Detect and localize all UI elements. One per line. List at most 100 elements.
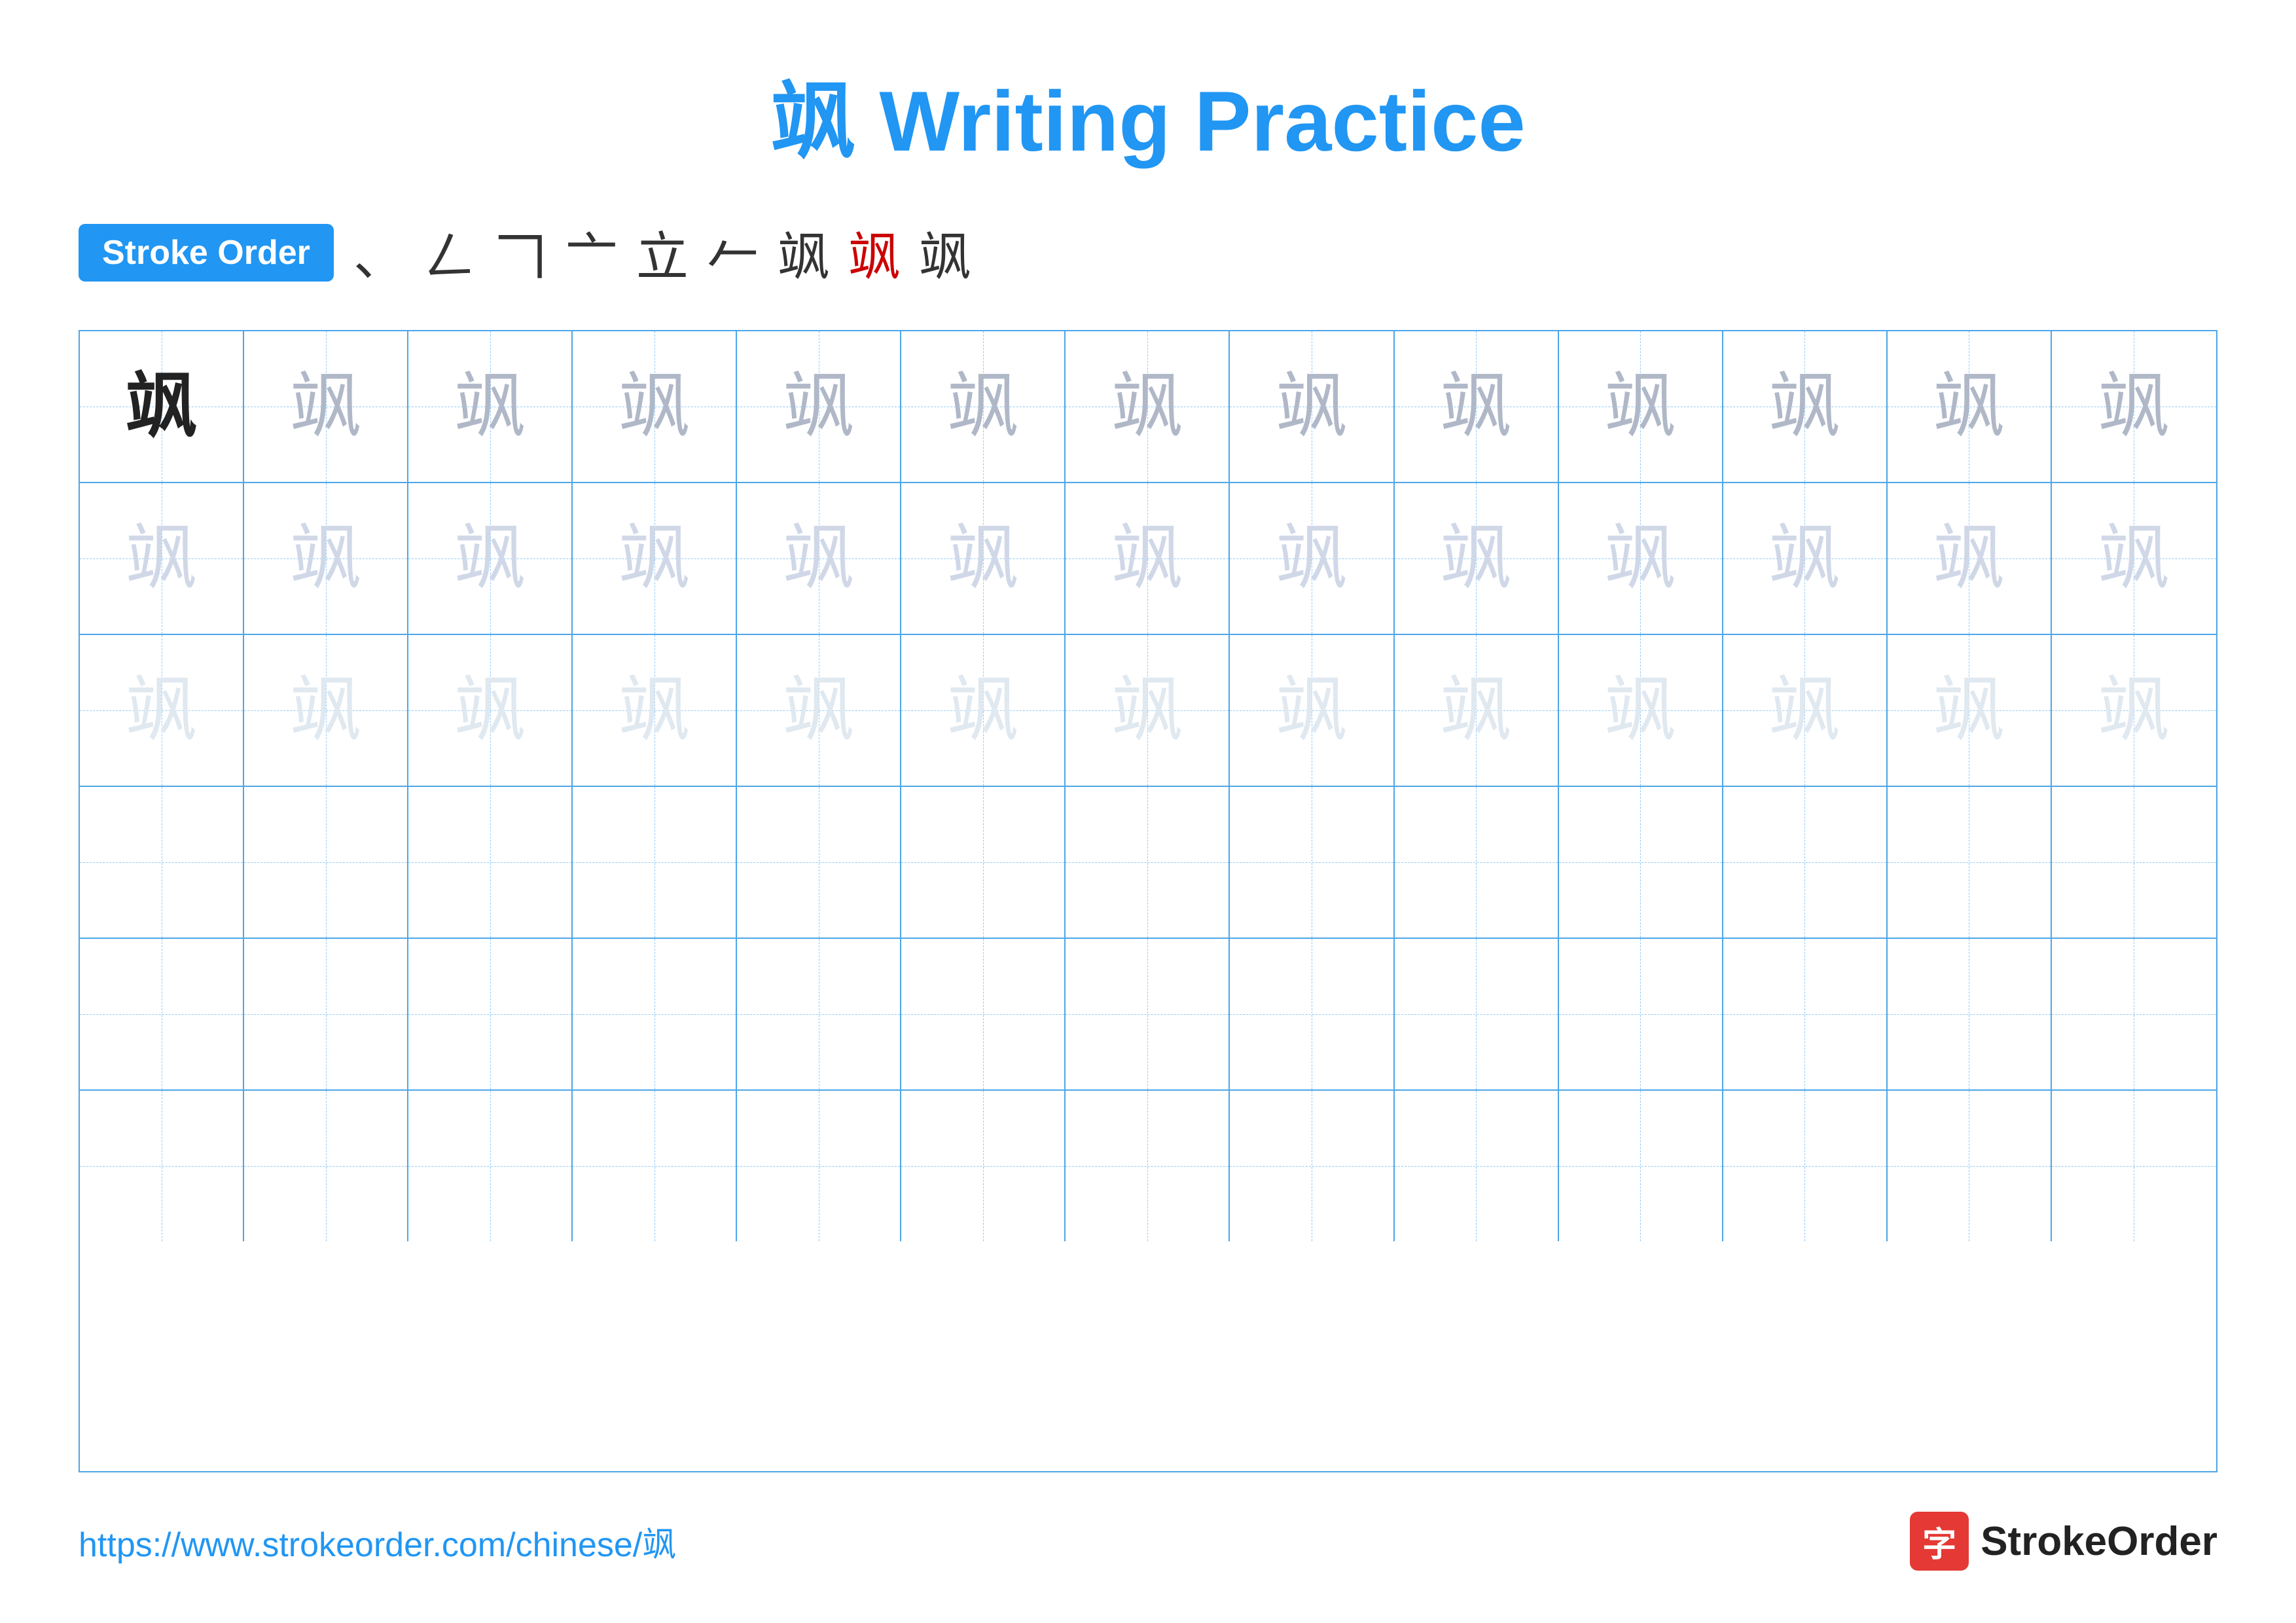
cell-4-12[interactable] <box>1888 787 2052 938</box>
cell-6-9[interactable] <box>1395 1091 1559 1241</box>
cell-5-11[interactable] <box>1723 939 1888 1089</box>
cell-6-11[interactable] <box>1723 1091 1888 1241</box>
cell-1-3[interactable]: 飒 <box>408 331 573 482</box>
cell-6-4[interactable] <box>573 1091 737 1241</box>
cell-4-5[interactable] <box>737 787 901 938</box>
cell-2-4[interactable]: 飒 <box>573 483 737 634</box>
title-chinese-char: 飒 <box>770 75 855 170</box>
cell-6-13[interactable] <box>2052 1091 2216 1241</box>
grid-row-6 <box>80 1091 2216 1241</box>
cell-5-4[interactable] <box>573 939 737 1089</box>
cell-1-6[interactable]: 飒 <box>901 331 1066 482</box>
cell-4-8[interactable] <box>1230 787 1394 938</box>
page-title: 飒 Writing Practice <box>770 52 1525 175</box>
cell-3-12[interactable]: 飒 <box>1888 635 2052 786</box>
char-3-1: 飒 <box>126 674 198 746</box>
cell-3-4[interactable]: 飒 <box>573 635 737 786</box>
char-3-13: 飒 <box>2098 674 2170 746</box>
char-1-12: 飒 <box>1933 371 2005 443</box>
char-1-10: 飒 <box>1604 371 1676 443</box>
cell-1-2[interactable]: 飒 <box>244 331 408 482</box>
cell-2-11[interactable]: 飒 <box>1723 483 1888 634</box>
cell-1-7[interactable]: 飒 <box>1066 331 1230 482</box>
cell-2-10[interactable]: 飒 <box>1559 483 1723 634</box>
char-1-8: 飒 <box>1276 371 1348 443</box>
cell-6-1[interactable] <box>80 1091 244 1241</box>
cell-5-1[interactable] <box>80 939 244 1089</box>
cell-4-3[interactable] <box>408 787 573 938</box>
cell-6-8[interactable] <box>1230 1091 1394 1241</box>
cell-3-9[interactable]: 飒 <box>1395 635 1559 786</box>
cell-5-3[interactable] <box>408 939 573 1089</box>
cell-4-7[interactable] <box>1066 787 1230 938</box>
cell-3-2[interactable]: 飒 <box>244 635 408 786</box>
char-1-4: 飒 <box>619 371 691 443</box>
cell-1-10[interactable]: 飒 <box>1559 331 1723 482</box>
char-3-11: 飒 <box>1768 674 1840 746</box>
cell-3-7[interactable]: 飒 <box>1066 635 1230 786</box>
cell-5-12[interactable] <box>1888 939 2052 1089</box>
grid-row-1: 飒 飒 飒 飒 飒 飒 飒 飒 飒 <box>80 331 2216 483</box>
cell-3-6[interactable]: 飒 <box>901 635 1066 786</box>
cell-3-11[interactable]: 飒 <box>1723 635 1888 786</box>
cell-2-1[interactable]: 飒 <box>80 483 244 634</box>
cell-4-10[interactable] <box>1559 787 1723 938</box>
char-1-7: 飒 <box>1111 371 1183 443</box>
cell-2-9[interactable]: 飒 <box>1395 483 1559 634</box>
cell-1-5[interactable]: 飒 <box>737 331 901 482</box>
cell-5-10[interactable] <box>1559 939 1723 1089</box>
cell-2-7[interactable]: 飒 <box>1066 483 1230 634</box>
cell-2-8[interactable]: 飒 <box>1230 483 1394 634</box>
cell-4-11[interactable] <box>1723 787 1888 938</box>
cell-3-1[interactable]: 飒 <box>80 635 244 786</box>
cell-3-10[interactable]: 飒 <box>1559 635 1723 786</box>
cell-5-7[interactable] <box>1066 939 1230 1089</box>
cell-2-13[interactable]: 飒 <box>2052 483 2216 634</box>
cell-4-9[interactable] <box>1395 787 1559 938</box>
cell-6-12[interactable] <box>1888 1091 2052 1241</box>
cell-5-5[interactable] <box>737 939 901 1089</box>
cell-2-2[interactable]: 飒 <box>244 483 408 634</box>
cell-5-6[interactable] <box>901 939 1066 1089</box>
cell-4-2[interactable] <box>244 787 408 938</box>
cell-6-5[interactable] <box>737 1091 901 1241</box>
cell-5-8[interactable] <box>1230 939 1394 1089</box>
cell-1-1[interactable]: 飒 <box>80 331 244 482</box>
cell-5-9[interactable] <box>1395 939 1559 1089</box>
cell-1-8[interactable]: 飒 <box>1230 331 1394 482</box>
cell-6-6[interactable] <box>901 1091 1066 1241</box>
cell-6-3[interactable] <box>408 1091 573 1241</box>
cell-3-5[interactable]: 飒 <box>737 635 901 786</box>
cell-1-12[interactable]: 飒 <box>1888 331 2052 482</box>
cell-2-6[interactable]: 飒 <box>901 483 1066 634</box>
cell-3-3[interactable]: 飒 <box>408 635 573 786</box>
grid-row-5 <box>80 939 2216 1091</box>
cell-4-6[interactable] <box>901 787 1066 938</box>
cell-6-2[interactable] <box>244 1091 408 1241</box>
char-2-10: 飒 <box>1604 522 1676 594</box>
cell-1-11[interactable]: 飒 <box>1723 331 1888 482</box>
cell-2-12[interactable]: 飒 <box>1888 483 2052 634</box>
cell-5-13[interactable] <box>2052 939 2216 1089</box>
cell-4-1[interactable] <box>80 787 244 938</box>
cell-4-13[interactable] <box>2052 787 2216 938</box>
char-3-3: 飒 <box>454 674 526 746</box>
char-3-2: 飒 <box>290 674 362 746</box>
char-2-2: 飒 <box>290 522 362 594</box>
cell-2-3[interactable]: 飒 <box>408 483 573 634</box>
cell-3-8[interactable]: 飒 <box>1230 635 1394 786</box>
cell-4-4[interactable] <box>573 787 737 938</box>
footer-url[interactable]: https://www.strokeorder.com/chinese/飒 <box>79 1517 676 1566</box>
char-2-13: 飒 <box>2098 522 2170 594</box>
cell-6-10[interactable] <box>1559 1091 1723 1241</box>
cell-3-13[interactable]: 飒 <box>2052 635 2216 786</box>
cell-1-4[interactable]: 飒 <box>573 331 737 482</box>
stroke-3: 𠃍 <box>495 215 547 291</box>
cell-6-7[interactable] <box>1066 1091 1230 1241</box>
cell-1-13[interactable]: 飒 <box>2052 331 2216 482</box>
cell-1-9[interactable]: 飒 <box>1395 331 1559 482</box>
char-3-9: 飒 <box>1440 674 1512 746</box>
stroke-6: 𠂉 <box>707 215 759 291</box>
cell-5-2[interactable] <box>244 939 408 1089</box>
cell-2-5[interactable]: 飒 <box>737 483 901 634</box>
